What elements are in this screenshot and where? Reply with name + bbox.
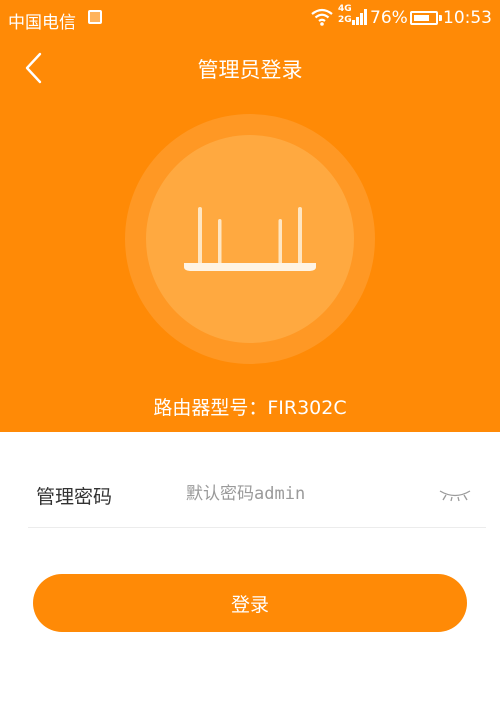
signal-strength-icon — [352, 9, 367, 25]
battery-fill — [414, 15, 429, 21]
login-button[interactable]: 登录 — [33, 574, 467, 632]
wifi-icon — [311, 8, 333, 26]
image-notification-icon — [88, 10, 102, 24]
status-bar: 中国电信 4G 2G 76% 10:53 — [0, 0, 500, 34]
router-illustration — [125, 114, 375, 364]
header-hero: 中国电信 4G 2G 76% 10:53 管理员登录 路由器型号：FIR302C — [0, 0, 500, 432]
page-title: 管理员登录 — [197, 58, 303, 82]
password-label: 管理密码 — [36, 486, 113, 508]
password-row: 管理密码 — [28, 466, 486, 528]
battery-percent: 76% — [370, 8, 408, 28]
password-input[interactable] — [186, 476, 426, 512]
battery-tip — [439, 15, 442, 21]
network-label-4g: 4G — [338, 4, 352, 14]
network-label-2g: 2G — [338, 15, 352, 25]
network-type-label: 4G 2G — [338, 4, 352, 26]
battery-icon — [410, 11, 438, 25]
carrier-name: 中国电信 — [8, 13, 76, 33]
router-icon — [184, 207, 316, 271]
router-model-label: 路由器型号：FIR302C — [153, 397, 347, 419]
status-time: 10:53 — [443, 8, 492, 28]
eye-closed-icon[interactable] — [438, 488, 472, 502]
